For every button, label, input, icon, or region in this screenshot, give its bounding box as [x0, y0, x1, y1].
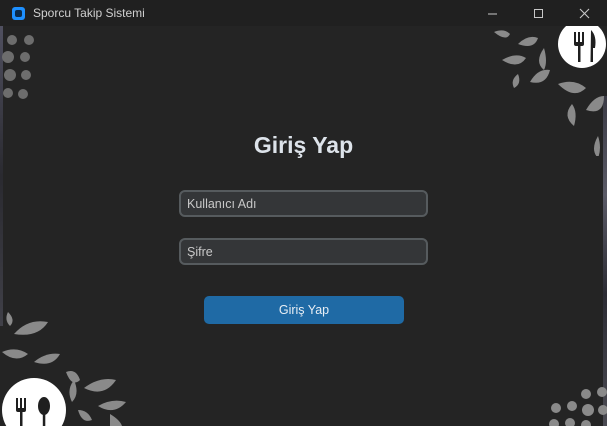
- password-input[interactable]: [179, 238, 428, 265]
- app-window-icon: [12, 6, 25, 20]
- maximize-button[interactable]: [515, 0, 561, 26]
- decor-droplets-bottom-left: [2, 312, 126, 426]
- login-heading: Giriş Yap: [253, 132, 354, 158]
- minimize-button[interactable]: [469, 0, 515, 26]
- close-button[interactable]: [561, 0, 607, 26]
- plate-circle-bottom-left: [2, 378, 66, 426]
- window-controls: [469, 0, 607, 26]
- decor-dots-top-left: [2, 35, 34, 99]
- decor-dots-bottom-right: [549, 387, 607, 426]
- window-title: Sporcu Takip Sistemi: [33, 6, 145, 20]
- username-input[interactable]: [179, 190, 428, 217]
- app-window: Sporcu Takip Sistemi Giriş Yap Kullanıcı…: [0, 0, 607, 426]
- title-bar[interactable]: Sporcu Takip Sistemi: [0, 0, 607, 26]
- maximize-icon: [533, 8, 543, 18]
- minimize-icon: [487, 13, 497, 14]
- close-icon: [579, 8, 589, 18]
- login-button[interactable]: Giriş Yap: [204, 296, 404, 324]
